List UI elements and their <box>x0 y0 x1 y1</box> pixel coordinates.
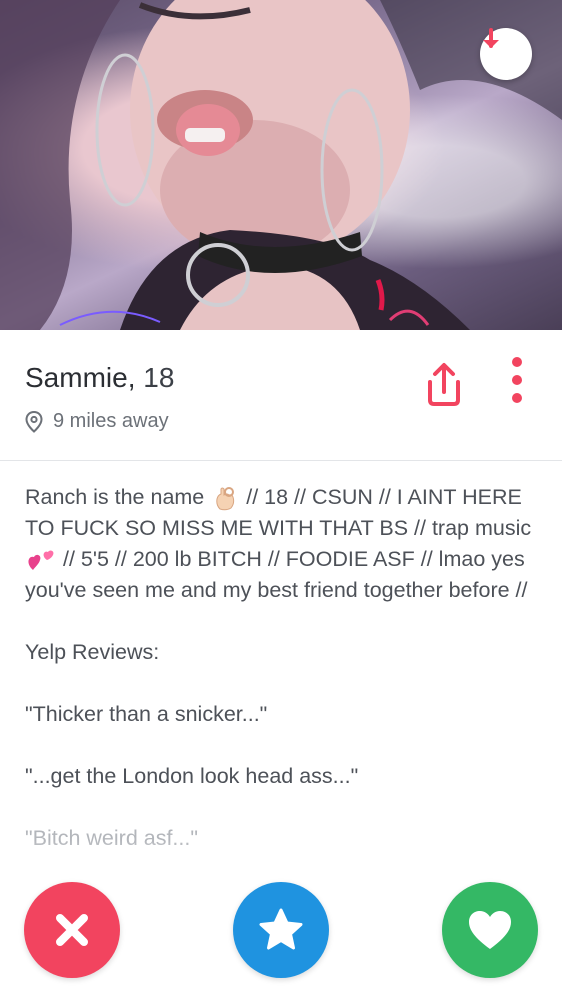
arrow-down-icon <box>483 28 499 48</box>
distance-text: 9 miles away <box>53 410 169 432</box>
nope-button[interactable] <box>24 882 120 978</box>
profile-close-down-button[interactable] <box>480 28 532 80</box>
ok-hand-icon <box>216 487 235 511</box>
star-icon <box>259 908 303 950</box>
profile-bio: Ranch is the name // 18 // CSUN // I AIN… <box>25 482 540 885</box>
bio-text-1: Ranch is the name <box>25 485 205 509</box>
profile-distance: 9 miles away <box>25 410 169 433</box>
two-hearts-icon <box>28 550 54 571</box>
heart-icon <box>469 911 511 949</box>
share-button[interactable] <box>420 360 468 408</box>
like-button[interactable] <box>442 882 538 978</box>
more-vertical-icon <box>512 357 522 403</box>
yelp-heading: Yelp Reviews: <box>25 640 160 664</box>
location-pin-icon <box>25 410 43 433</box>
bio-paragraph: Ranch is the name // 18 // CSUN // I AIN… <box>25 482 540 606</box>
more-options-button[interactable] <box>505 352 529 412</box>
super-like-button[interactable] <box>233 882 329 978</box>
bio-text-3: // 5'5 // 200 lb BITCH // FOODIE ASF // … <box>25 547 528 602</box>
profile-photo[interactable] <box>0 0 562 330</box>
share-icon <box>428 363 460 406</box>
review-1: "Thicker than a snicker..." <box>25 702 268 726</box>
profile-name: Sammie, <box>25 362 136 393</box>
profile-photo-illustration <box>0 0 562 330</box>
profile-age: 18 <box>143 362 175 393</box>
profile-header: Sammie, 18 9 miles away <box>0 330 562 461</box>
profile-name-age: Sammie, 18 <box>25 362 174 394</box>
review-2: "...get the London look head ass..." <box>25 764 359 788</box>
close-icon <box>56 914 88 946</box>
